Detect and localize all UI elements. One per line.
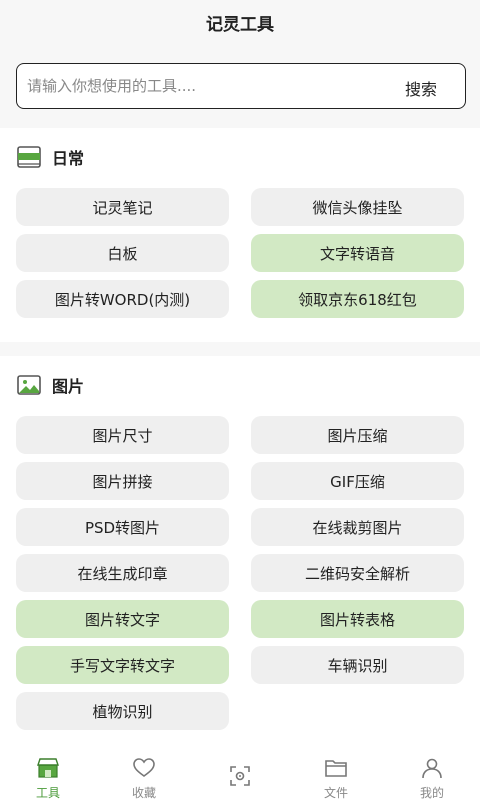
section-image: 图片 图片尺寸 图片压缩 图片拼接 GIF压缩 PSD转图片 在线裁剪图片 在线生成印章 二维…	[0, 356, 480, 740]
store-icon	[36, 756, 60, 780]
tab-files[interactable]: 文件	[288, 740, 384, 800]
tab-scan[interactable]	[192, 740, 288, 800]
user-icon	[420, 756, 444, 780]
section-title: 日常	[52, 149, 85, 168]
tool-button[interactable]: 文字转语音	[251, 234, 464, 272]
tab-label: 文件	[323, 786, 348, 800]
tool-button[interactable]: 图片压缩	[251, 416, 464, 454]
tool-button[interactable]: GIF压缩	[251, 462, 464, 500]
tool-button[interactable]: 在线裁剪图片	[251, 508, 464, 546]
tool-button[interactable]: 记灵笔记	[16, 188, 229, 226]
section-daily: 日常 记灵笔记 微信头像挂坠 白板 文字转语音 图片转WORD(内测) 领取京东618红包	[0, 128, 480, 342]
tool-button[interactable]: 图片拼接	[16, 462, 229, 500]
tool-button[interactable]: 图片尺寸	[16, 416, 229, 454]
image-landscape-icon	[16, 372, 42, 398]
tool-grid: 记灵笔记 微信头像挂坠 白板 文字转语音 图片转WORD(内测) 领取京东618红包	[16, 188, 464, 318]
search-button[interactable]: 搜索	[405, 76, 437, 100]
tab-label: 我的	[419, 786, 444, 800]
tool-button[interactable]: PSD转图片	[16, 508, 229, 546]
scan-icon	[228, 764, 252, 788]
tool-button[interactable]: 领取京东618红包	[251, 280, 464, 318]
tool-button[interactable]: 图片转表格	[251, 600, 464, 638]
folder-icon	[324, 756, 348, 780]
tab-mine[interactable]: 我的	[384, 740, 480, 800]
search-box: 搜索	[16, 63, 466, 109]
tool-button[interactable]: 二维码安全解析	[251, 554, 464, 592]
daily-card-icon	[16, 144, 42, 170]
tool-button[interactable]: 在线生成印章	[16, 554, 229, 592]
tool-button[interactable]: 图片转WORD(内测)	[16, 280, 229, 318]
section-header: 图片	[16, 372, 84, 398]
tab-label: 工具	[35, 786, 60, 800]
section-title: 图片	[52, 377, 85, 396]
tab-label: 收藏	[131, 786, 156, 800]
tool-grid: 图片尺寸 图片压缩 图片拼接 GIF压缩 PSD转图片 在线裁剪图片 在线生成印章 二维码安全…	[16, 416, 464, 730]
tool-button[interactable]: 微信头像挂坠	[251, 188, 464, 226]
top-header: 记灵工具 搜索	[0, 0, 480, 128]
tool-button[interactable]: 植物识别	[16, 692, 229, 730]
tab-tools[interactable]: 工具	[0, 740, 96, 800]
tool-button[interactable]: 图片转文字	[16, 600, 229, 638]
search-input[interactable]	[27, 70, 367, 102]
tab-favorites[interactable]: 收藏	[96, 740, 192, 800]
heart-icon	[132, 756, 156, 780]
tool-button[interactable]: 车辆识别	[251, 646, 464, 684]
bottom-tab-bar: 工具 收藏 文件 我的	[0, 740, 480, 800]
tool-button[interactable]: 手写文字转文字	[16, 646, 229, 684]
tool-button[interactable]: 白板	[16, 234, 229, 272]
page-title: 记灵工具	[206, 15, 274, 35]
section-header: 日常	[16, 144, 84, 170]
